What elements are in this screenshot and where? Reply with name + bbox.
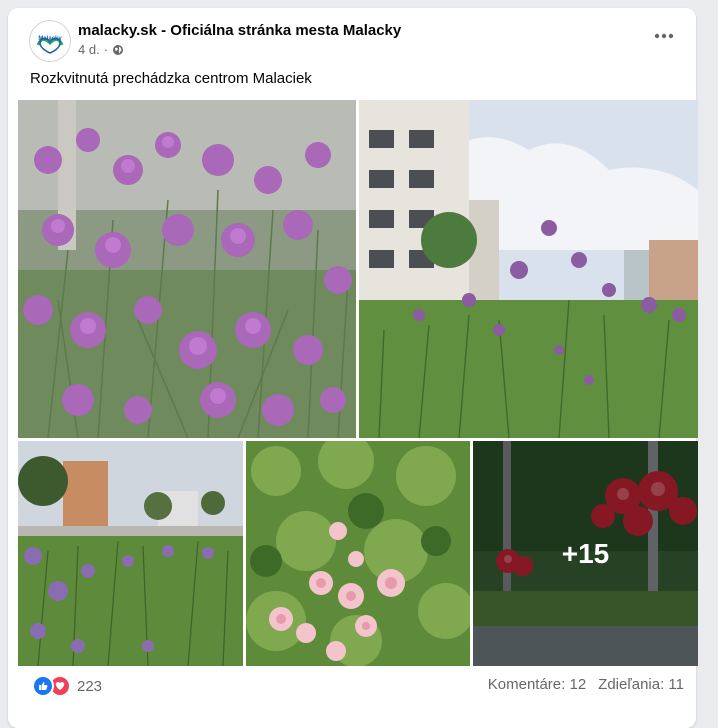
post-card: Malacky malacky.sk - Oficiálna stránka m… [8, 8, 698, 728]
shares-count-link[interactable]: Zdieľania: 11 [598, 676, 684, 693]
reaction-count[interactable]: 223 [77, 678, 102, 695]
post-meta: 4 d. · [78, 42, 124, 57]
post-time[interactable]: 4 d. [78, 42, 100, 57]
photo-verbena-closeup[interactable] [18, 100, 356, 438]
engagement-counts: Komentáre: 12 Zdieľania: 11 [488, 676, 684, 693]
meta-separator: · [103, 42, 109, 57]
ellipsis-icon [654, 33, 674, 39]
page-name-link[interactable]: malacky.sk - Oficiálna stránka mesta Mal… [78, 22, 401, 39]
avatar-logo-text: Malacky [38, 36, 62, 42]
page-avatar[interactable]: Malacky [29, 20, 71, 62]
photo-street-median[interactable] [18, 441, 243, 666]
photo-more-geraniums[interactable]: +15 [473, 441, 698, 666]
like-icon [32, 675, 54, 697]
photo-pink-roses[interactable] [246, 441, 470, 666]
globe-icon [113, 44, 124, 55]
reactions-summary[interactable]: 223 [32, 675, 102, 697]
comments-count-link[interactable]: Komentáre: 12 [488, 676, 586, 693]
photo-building-street[interactable] [359, 100, 698, 438]
more-photos-overlay[interactable]: +15 [473, 441, 698, 666]
more-options-button[interactable] [650, 26, 678, 46]
post-text: Rozkvitnutá prechádzka centrom Malaciek [30, 70, 312, 87]
